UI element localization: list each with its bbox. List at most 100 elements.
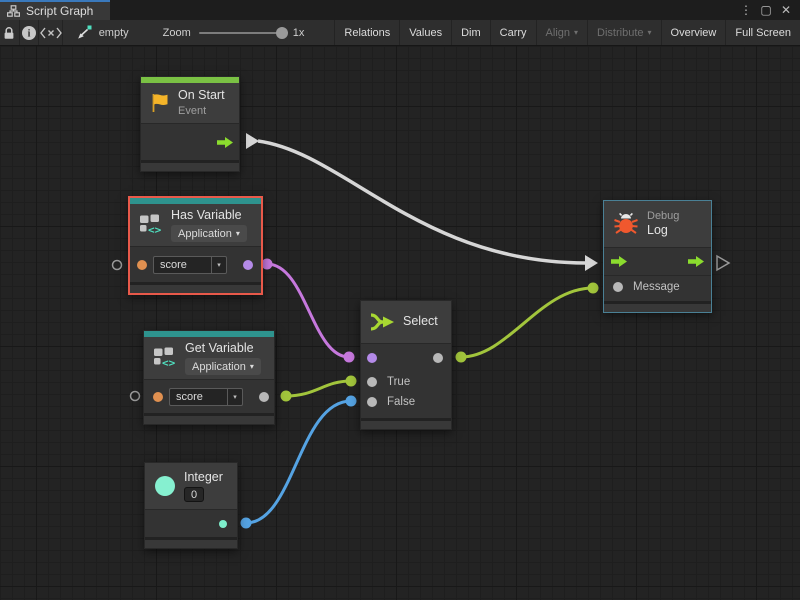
wire-has-variable-to-select-condition (267, 264, 349, 357)
wire-select-to-debug-message (461, 288, 593, 357)
caret-down-icon: ▾ (574, 29, 578, 37)
bool-output-port[interactable] (243, 260, 253, 270)
node-select[interactable]: Select True False (360, 300, 452, 430)
zoom-slider-knob[interactable] (276, 27, 288, 39)
relations-button[interactable]: Relations (334, 20, 400, 45)
false-input-port[interactable] (367, 397, 377, 407)
selection-status: empty (63, 20, 139, 45)
dim-button[interactable]: Dim (452, 20, 491, 45)
node-debug-log[interactable]: Debug Log Message (603, 200, 712, 313)
info-icon: i (21, 25, 37, 41)
wire-on-start-to-debug-flow (258, 141, 586, 263)
wire-cap (241, 518, 252, 529)
svg-text:<>: <> (162, 357, 176, 370)
zoom-control: Zoom 1x (139, 20, 315, 45)
overview-button[interactable]: Overview (662, 20, 727, 45)
unconnected-port-ring (131, 392, 140, 401)
caret-down-icon: ▾ (227, 389, 242, 405)
node-category: Debug (647, 209, 679, 223)
value-output-port[interactable] (259, 392, 269, 402)
port-label: False (387, 396, 415, 408)
wire-cap (456, 352, 467, 363)
node-title: Log (647, 223, 679, 239)
variable-name-input-port[interactable] (137, 260, 147, 270)
port-label: True (387, 376, 410, 388)
wire-cap (281, 391, 292, 402)
node-footer (130, 282, 261, 293)
condition-input-port[interactable] (367, 353, 377, 363)
script-graph-window: Script Graph ⋮ ▢ ✕ i (0, 0, 800, 600)
flow-output-port[interactable] (688, 256, 704, 267)
graph-canvas[interactable]: On Start Event <> (0, 46, 800, 600)
zoom-value: 1x (293, 27, 305, 39)
node-footer (144, 413, 274, 424)
variable-name-dropdown[interactable]: score ▾ (153, 256, 227, 274)
caret-down-icon: ▾ (648, 29, 652, 37)
graph-icon (7, 5, 20, 17)
node-footer (361, 418, 451, 429)
node-on-start[interactable]: On Start Event (140, 76, 240, 172)
lock-icon (3, 26, 15, 40)
wire-cap (588, 283, 599, 294)
window-menu-icon[interactable]: ⋮ (738, 2, 754, 18)
tab-title: Script Graph (26, 4, 93, 18)
variable-scope-dropdown[interactable]: Application ▾ (171, 225, 247, 242)
int-output-port[interactable] (219, 520, 227, 528)
variables-icon: <> (139, 214, 163, 236)
align-dropdown: Align ▾ (537, 20, 588, 45)
variables-icon: <> (153, 347, 177, 369)
window-close-icon[interactable]: ✕ (778, 2, 794, 18)
wire-cap (246, 133, 259, 149)
caret-down-icon: ▾ (211, 257, 226, 273)
values-button[interactable]: Values (400, 20, 452, 45)
message-input-port[interactable] (613, 282, 623, 292)
fullscreen-button[interactable]: Full Screen (726, 20, 800, 45)
svg-text:<>: <> (148, 224, 162, 237)
code-brackets-icon (40, 27, 62, 39)
flow-input-port[interactable] (611, 256, 627, 267)
flow-output-port[interactable] (217, 137, 233, 148)
caret-down-icon: ▾ (250, 363, 254, 371)
result-output-port[interactable] (433, 353, 443, 363)
carry-button[interactable]: Carry (491, 20, 537, 45)
integer-value-field[interactable]: 0 (184, 487, 204, 502)
window-maximize-icon[interactable]: ▢ (758, 2, 774, 18)
variable-name-dropdown[interactable]: score ▾ (169, 388, 243, 406)
svg-text:i: i (28, 28, 31, 39)
code-view-button[interactable] (39, 20, 62, 45)
node-subtitle: Event (178, 104, 225, 118)
node-title: Select (403, 314, 438, 330)
zoom-label: Zoom (163, 27, 191, 39)
unconnected-flow-triangle (717, 256, 729, 270)
variable-scope-dropdown[interactable]: Application ▾ (185, 358, 261, 375)
wire-cap (585, 255, 598, 271)
integer-icon (154, 475, 176, 497)
tab-script-graph[interactable]: Script Graph (0, 0, 110, 20)
node-title: Get Variable (185, 341, 261, 357)
node-footer (141, 160, 239, 171)
node-has-variable[interactable]: <> Has Variable Application ▾ score ▾ (128, 196, 263, 295)
lock-button[interactable] (0, 20, 20, 45)
unconnected-port-ring (113, 261, 122, 270)
zoom-slider-track[interactable] (199, 32, 283, 34)
wire-cap (344, 352, 355, 363)
toolbar: i empty Zoom 1x (0, 20, 800, 46)
tab-bar: Script Graph ⋮ ▢ ✕ (0, 0, 800, 20)
node-get-variable[interactable]: <> Get Variable Application ▾ score ▾ (143, 330, 275, 425)
true-input-port[interactable] (367, 377, 377, 387)
caret-down-icon: ▾ (236, 230, 240, 238)
distribute-dropdown: Distribute ▾ (588, 20, 661, 45)
variable-name-input-port[interactable] (153, 392, 163, 402)
selection-cursor-icon (77, 25, 93, 40)
node-title: Integer (184, 470, 223, 486)
info-button[interactable]: i (20, 20, 40, 45)
node-title: On Start (178, 88, 225, 104)
node-footer (145, 537, 237, 548)
wire-cap (346, 396, 357, 407)
flag-icon (150, 92, 170, 114)
node-integer[interactable]: Integer 0 (144, 462, 238, 549)
node-title: Has Variable (171, 208, 247, 224)
selection-label: empty (99, 27, 129, 39)
node-footer (604, 301, 711, 312)
bug-icon (613, 212, 639, 236)
